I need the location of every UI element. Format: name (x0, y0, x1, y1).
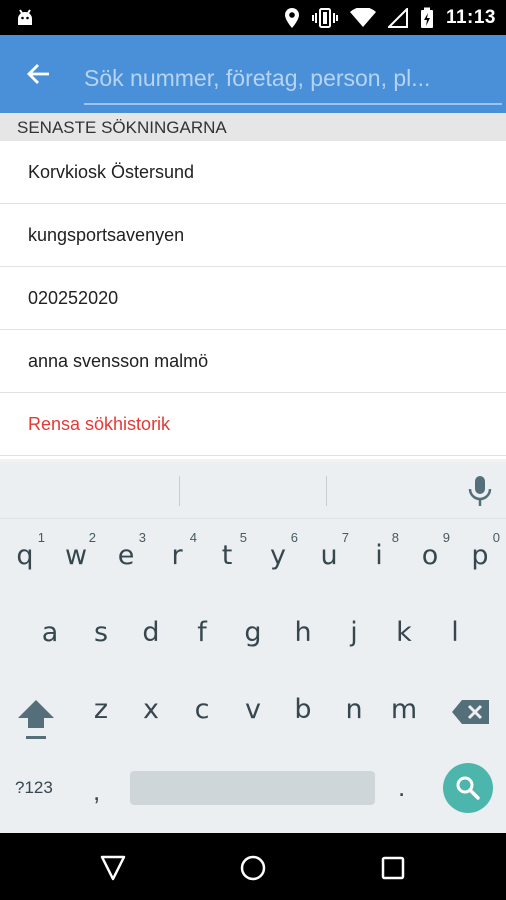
suggestion-strip (0, 462, 506, 519)
key-j[interactable]: j (329, 599, 379, 669)
recents-square-icon[interactable] (378, 853, 408, 883)
navigation-bar (0, 833, 506, 900)
key-i[interactable]: 8i (354, 522, 404, 592)
key-v[interactable]: v (228, 676, 278, 746)
location-icon (284, 7, 299, 28)
key-t[interactable]: 5t (202, 522, 252, 592)
key-d[interactable]: d (126, 599, 176, 669)
key-q[interactable]: 1q (0, 522, 50, 592)
key-b[interactable]: b (278, 676, 328, 746)
search-app-bar (0, 35, 506, 113)
period-key[interactable]: . (398, 772, 405, 803)
key-g[interactable]: g (228, 599, 278, 669)
key-x[interactable]: x (126, 676, 176, 746)
key-c[interactable]: c (177, 676, 227, 746)
key-n[interactable]: n (329, 676, 379, 746)
clock: 11:13 (445, 6, 496, 28)
key-l[interactable]: l (430, 599, 480, 669)
back-button[interactable] (18, 55, 58, 95)
key-m[interactable]: m (379, 676, 429, 746)
comma-key[interactable]: , (93, 776, 100, 807)
microphone-icon[interactable] (466, 475, 494, 507)
key-f[interactable]: f (177, 599, 227, 669)
recent-search-item[interactable]: Korvkiosk Östersund (0, 141, 506, 204)
suggestion-divider (179, 476, 180, 506)
search-icon (456, 776, 480, 800)
search-input[interactable] (84, 53, 502, 105)
key-k[interactable]: k (379, 599, 429, 669)
backspace-icon[interactable] (451, 698, 491, 726)
symbols-key[interactable]: ?123 (15, 778, 53, 798)
key-u[interactable]: 7u (304, 522, 354, 592)
recent-search-item[interactable]: anna svensson malmö (0, 330, 506, 393)
recent-search-item[interactable]: 020252020 (0, 267, 506, 330)
signal-icon (387, 7, 408, 28)
key-o[interactable]: 9o (405, 522, 455, 592)
back-triangle-icon[interactable] (98, 853, 128, 883)
key-r[interactable]: 4r (152, 522, 202, 592)
wifi-icon (349, 7, 376, 27)
key-p[interactable]: 0p (455, 522, 505, 592)
vibrate-icon (311, 7, 338, 28)
recent-searches-header: SENASTE SÖKNINGARNA (0, 113, 506, 141)
recent-searches-list: Korvkiosk Östersund kungsportsavenyen 02… (0, 141, 506, 456)
key-y[interactable]: 6y (253, 522, 303, 592)
shift-icon[interactable] (14, 696, 58, 742)
space-bar[interactable] (130, 771, 375, 805)
key-z[interactable]: z (76, 676, 126, 746)
recent-search-item[interactable]: kungsportsavenyen (0, 204, 506, 267)
status-bar: 11:13 (0, 0, 506, 35)
key-a[interactable]: a (25, 599, 75, 669)
key-h[interactable]: h (278, 599, 328, 669)
key-w[interactable]: 2w (51, 522, 101, 592)
arrow-back-icon (27, 64, 49, 84)
suggestion-divider (326, 476, 327, 506)
clear-history-button[interactable]: Rensa sökhistorik (0, 393, 506, 456)
keyboard-search-button[interactable] (443, 763, 493, 813)
android-debug-icon (18, 9, 32, 25)
soft-keyboard: 1q 2w 3e 4r 5t 6y 7u 8i 9o 0p a s d f g … (0, 462, 506, 833)
key-e[interactable]: 3e (101, 522, 151, 592)
battery-charging-icon (420, 7, 433, 28)
key-s[interactable]: s (76, 599, 126, 669)
home-circle-icon[interactable] (238, 853, 268, 883)
